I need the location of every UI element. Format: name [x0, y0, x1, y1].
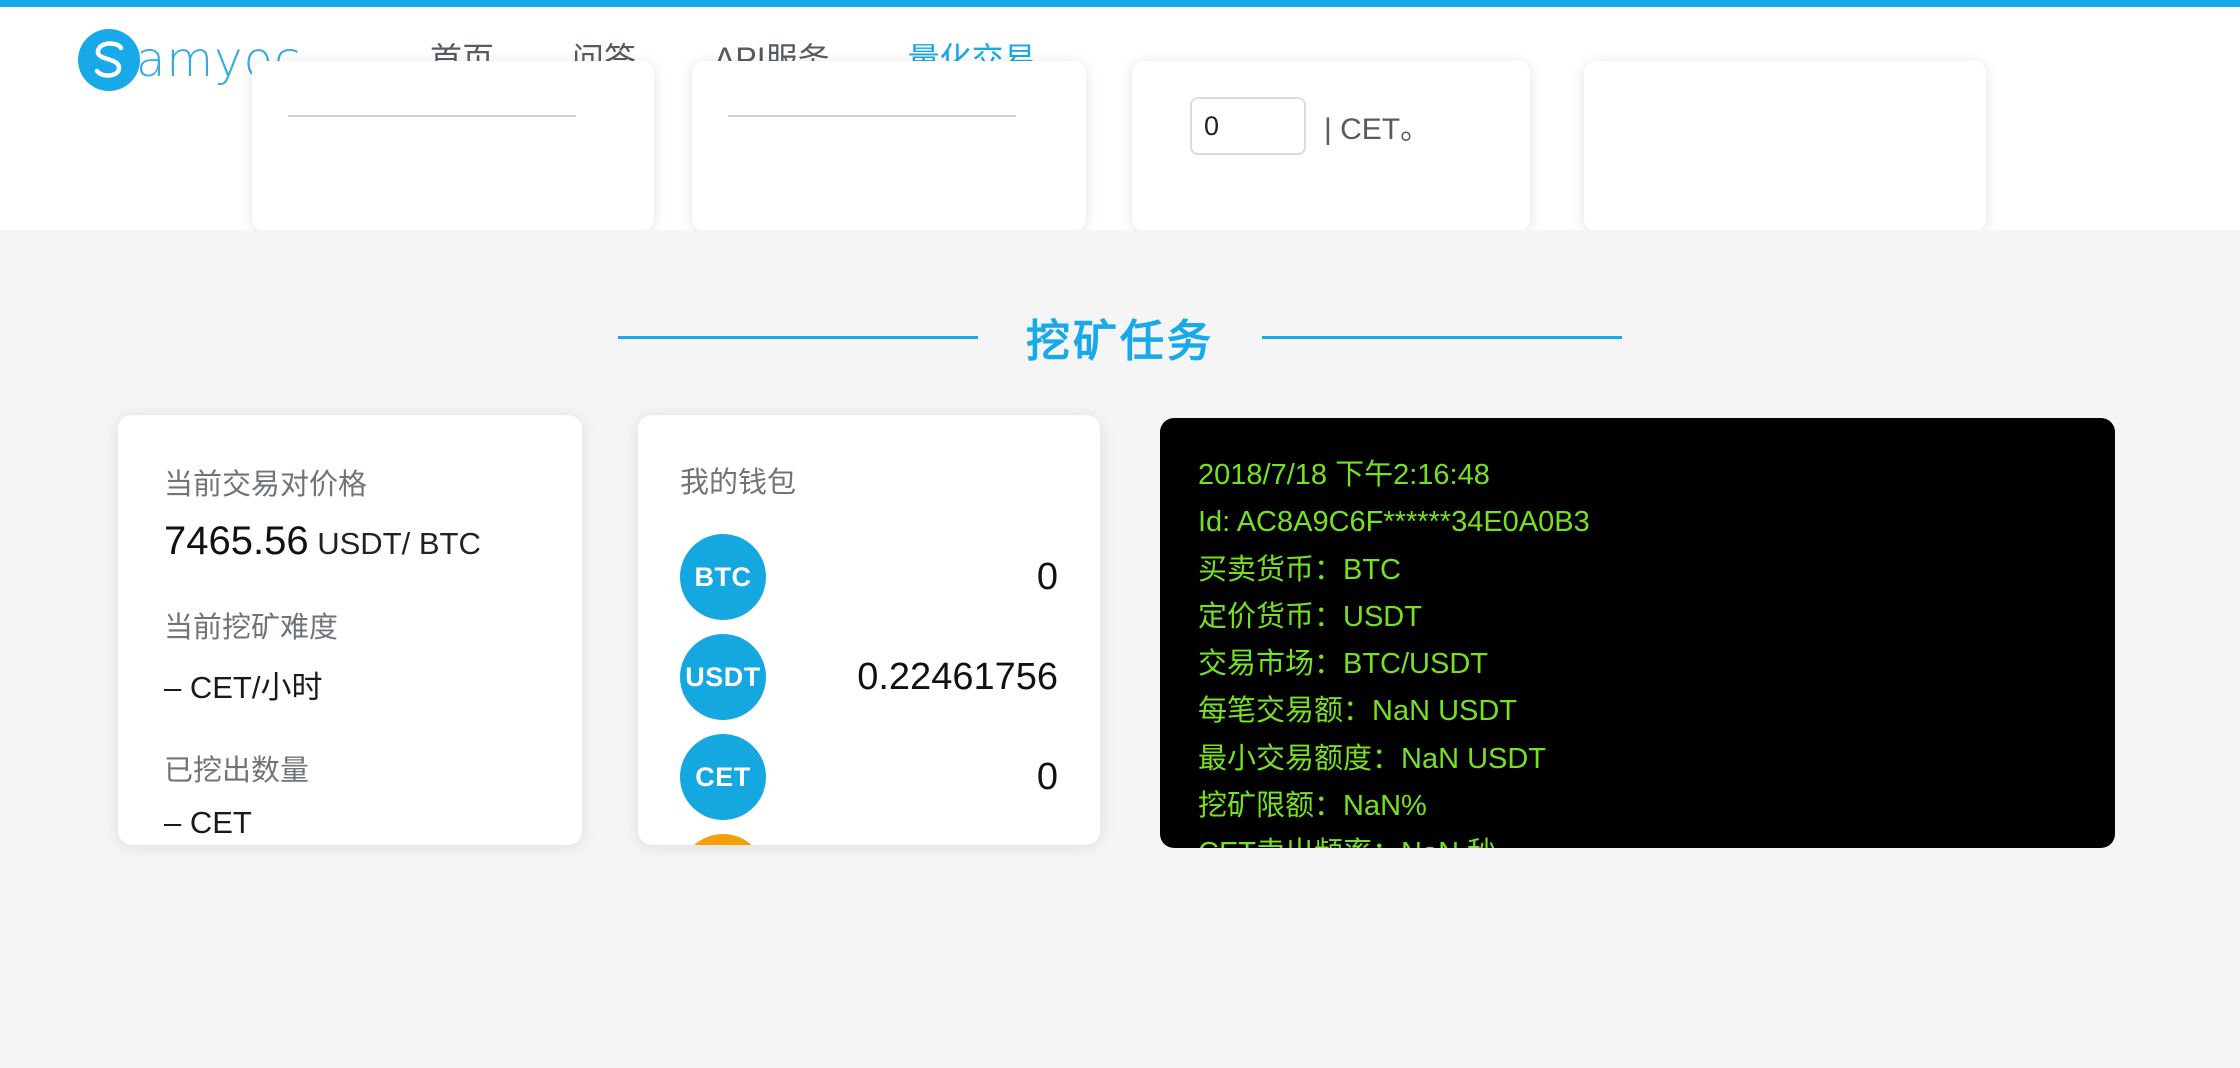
- mined-label: 已挖出数量: [164, 755, 310, 787]
- wallet-row-cet[interactable]: CET 0: [680, 727, 1058, 827]
- top-card-1-field-underline: [288, 115, 576, 117]
- amount-unit-label: | CET。: [1324, 113, 1431, 146]
- logo-s-icon: [78, 29, 140, 91]
- coin-icon-usdt: USDT: [680, 634, 766, 720]
- log-line-sell-frequency: CET卖出频率：NaN 秒: [1198, 830, 2077, 848]
- top-card-4[interactable]: [1584, 61, 1986, 231]
- log-line-min-amount: 最小交易额度：NaN USDT: [1198, 742, 1547, 775]
- top-card-1[interactable]: [252, 61, 654, 231]
- page-root: amyoc 首页 问答 API服务 量化交易 | CET。 挖矿任务: [0, 0, 2240, 1068]
- wallet-row-bch[interactable]: BCH 0.00005053: [680, 827, 1058, 845]
- log-line-id: Id: AC8A9C6F******34E0A0B3: [1198, 506, 1590, 539]
- market-info-card: 当前交易对价格 7465.56 USDT/ BTC 当前挖矿难度 – CET/小…: [118, 415, 582, 845]
- price-value-row: 7465.56 USDT/ BTC: [164, 519, 536, 564]
- wallet-amount-usdt: 0.22461756: [857, 655, 1058, 698]
- price-label: 当前交易对价格: [164, 469, 368, 501]
- coin-icon-cet: CET: [680, 734, 766, 820]
- section-title: 挖矿任务: [1026, 317, 1214, 366]
- price-unit: USDT/ BTC: [317, 526, 481, 561]
- section-rule-left: [618, 335, 978, 339]
- amount-field-row: | CET。: [1190, 97, 1430, 155]
- wallet-row-usdt[interactable]: USDT 0.22461756: [680, 627, 1058, 727]
- top-card-2[interactable]: [692, 61, 1086, 231]
- wallet-row-btc[interactable]: BTC 0: [680, 527, 1058, 627]
- wallet-amount-cet: 0: [1036, 755, 1058, 798]
- log-line-mining-limit: 挖矿限额：NaN%: [1198, 789, 1427, 822]
- log-line-market: 交易市场：BTC/USDT: [1198, 648, 1489, 681]
- coin-icon-btc: BTC: [680, 534, 766, 620]
- amount-input[interactable]: [1190, 97, 1306, 155]
- wallet-amount-btc: 0: [1036, 555, 1058, 598]
- log-line-price-currency: 定价货币：USDT: [1198, 600, 1422, 633]
- log-line-timestamp: 2018/7/18 下午2:16:48: [1198, 459, 1490, 491]
- top-card-3[interactable]: | CET。: [1132, 61, 1530, 231]
- top-cards-row: | CET。: [0, 61, 2240, 231]
- section-title-group: 挖矿任务: [0, 305, 2240, 369]
- mining-task-section: 挖矿任务 当前交易对价格 7465.56 USDT/ BTC 当前挖矿难度 – …: [0, 230, 2240, 1068]
- top-card-2-field-underline: [728, 115, 1016, 117]
- top-accent-strip: [0, 0, 2240, 7]
- coin-icon-bch: BCH: [680, 834, 766, 845]
- mined-value: – CET: [164, 805, 252, 840]
- difficulty-label: 当前挖矿难度: [164, 612, 339, 644]
- log-line-trade-currency: 买卖货币：BTC: [1198, 553, 1402, 586]
- wallet-card: 我的钱包 BTC 0 USDT 0.22461756 CET 0 BCH 0.0…: [638, 415, 1100, 845]
- section-rule-right: [1262, 335, 1622, 339]
- difficulty-value: – CET/小时: [164, 670, 323, 705]
- log-line-trade-amount: 每笔交易额：NaN USDT: [1198, 695, 1518, 728]
- price-value: 7465.56: [164, 519, 309, 563]
- mining-log-terminal[interactable]: 2018/7/18 下午2:16:48 Id: AC8A9C6F******34…: [1160, 418, 2115, 848]
- wallet-title: 我的钱包: [680, 467, 797, 499]
